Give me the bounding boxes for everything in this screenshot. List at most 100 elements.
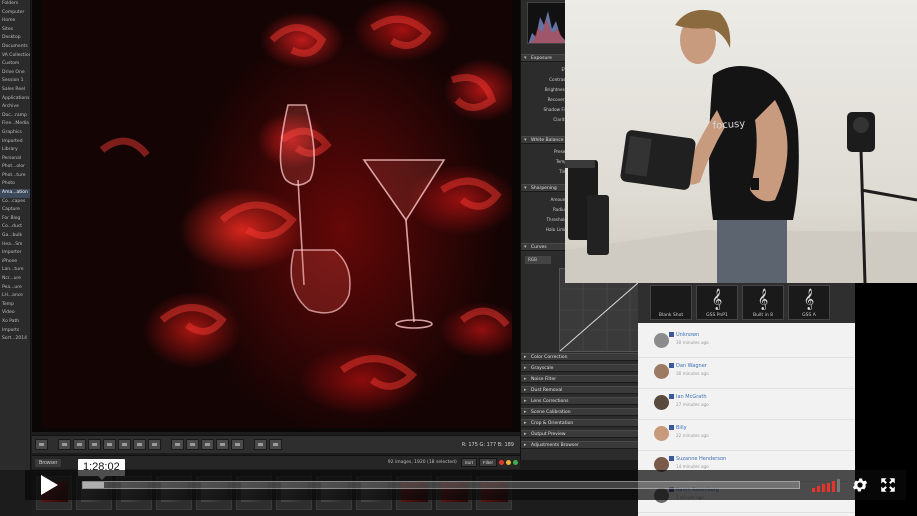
- color-tag-red[interactable]: [499, 460, 504, 465]
- folder-item[interactable]: Phot...olor: [0, 163, 30, 172]
- folder-item[interactable]: Lan...ture: [0, 266, 30, 275]
- proof-button[interactable]: [254, 439, 267, 450]
- tool-header[interactable]: Noise Filter: [521, 375, 638, 383]
- folder-item[interactable]: Temp: [0, 301, 30, 310]
- comment-author[interactable]: Ian McGrath: [676, 394, 706, 400]
- folder-item[interactable]: Pea...ure: [0, 284, 30, 293]
- volume-control[interactable]: [812, 479, 840, 492]
- folder-item[interactable]: Applications: [0, 95, 30, 104]
- folder-item[interactable]: Home: [0, 17, 30, 26]
- browser-status: 92 images, 1920 (18 selected): [387, 460, 457, 465]
- comment-time: 27 minutes ago: [676, 402, 709, 407]
- slider-label: EV: [525, 66, 569, 74]
- folder-item[interactable]: Fine...Media: [0, 120, 30, 129]
- tool-header[interactable]: Output Preview: [521, 430, 638, 438]
- slider-label: Halo Limit: [545, 227, 567, 232]
- comment-item[interactable]: Billy 22 minutes ago: [638, 420, 855, 451]
- comment-author[interactable]: Dan Wagner: [676, 363, 707, 369]
- effect-tile[interactable]: 𝄞 GSS A: [788, 285, 830, 320]
- tool-header[interactable]: Crop & Orientation: [521, 419, 638, 427]
- folder-item[interactable]: Session 1: [0, 77, 30, 86]
- viewer-toggle-button[interactable]: [35, 439, 48, 450]
- folder-item[interactable]: For Blog: [0, 215, 30, 224]
- comment-time: 22 minutes ago: [676, 433, 709, 438]
- settings-icon[interactable]: [851, 476, 869, 494]
- keystone-tool-button[interactable]: [118, 439, 131, 450]
- tool-header[interactable]: Adjustments Browser: [521, 441, 638, 449]
- folder-item[interactable]: Sales Reel: [0, 86, 30, 95]
- sort-button[interactable]: Sort: [460, 458, 477, 467]
- folder-item[interactable]: Computer: [0, 9, 30, 18]
- tool-header[interactable]: Dust Removal: [521, 386, 638, 394]
- video-player-controls: [25, 470, 906, 500]
- color-tag-green[interactable]: [513, 460, 518, 465]
- spot-tool-button[interactable]: [133, 439, 146, 450]
- browser-tab[interactable]: Browser: [35, 458, 62, 467]
- curve-channel-select[interactable]: RGB: [525, 256, 551, 264]
- tool-header[interactable]: Color Correction: [521, 353, 638, 361]
- comment-author[interactable]: Billy: [676, 425, 687, 431]
- color-tag-yellow[interactable]: [506, 460, 511, 465]
- folder-item[interactable]: Importer: [0, 249, 30, 258]
- folder-item[interactable]: Graphics: [0, 129, 30, 138]
- folder-item[interactable]: iPhone: [0, 258, 30, 267]
- filter-button[interactable]: Filter: [479, 458, 497, 467]
- effect-tile[interactable]: Blank Shot: [650, 285, 692, 320]
- straighten-tool-button[interactable]: [103, 439, 116, 450]
- folder-item[interactable]: Desktop: [0, 34, 30, 43]
- folder-item[interactable]: Co...capes: [0, 198, 30, 207]
- folder-item[interactable]: Archive: [0, 103, 30, 112]
- effect-tile[interactable]: 𝄞 Built in 8: [742, 285, 784, 320]
- slider-label: Temp: [555, 159, 567, 164]
- folder-item[interactable]: Ama...ation: [0, 189, 30, 198]
- tool-header[interactable]: Scene Calibration: [521, 408, 638, 416]
- guides-button[interactable]: [231, 439, 244, 450]
- folder-item[interactable]: Custom: [0, 60, 30, 69]
- folder-item[interactable]: Co...duct: [0, 223, 30, 232]
- rotate-left-button[interactable]: [186, 439, 199, 450]
- compare-button[interactable]: [171, 439, 184, 450]
- rotate-right-button[interactable]: [201, 439, 214, 450]
- grid-button[interactable]: [216, 439, 229, 450]
- play-button[interactable]: [32, 472, 66, 498]
- presenter-scene: focusy: [565, 9, 917, 283]
- tool-header[interactable]: Grayscale: [521, 364, 638, 372]
- comment-item[interactable]: Ian McGrath 27 minutes ago: [638, 389, 855, 420]
- folder-item[interactable]: Drive One: [0, 69, 30, 78]
- folder-item[interactable]: Hea...Sm: [0, 241, 30, 250]
- exposure-warning-button[interactable]: [269, 439, 282, 450]
- folder-item[interactable]: Phot...ture: [0, 172, 30, 181]
- folder-item[interactable]: Ncr...ure: [0, 275, 30, 284]
- pan-tool-button[interactable]: [58, 439, 71, 450]
- folder-item[interactable]: Ga...bulk: [0, 232, 30, 241]
- zoom-tool-button[interactable]: [73, 439, 86, 450]
- folder-item[interactable]: VA Collection: [0, 52, 30, 61]
- comment-item[interactable]: Dan Wagner 30 minutes ago: [638, 358, 855, 389]
- picker-tool-button[interactable]: [148, 439, 161, 450]
- folder-item[interactable]: Library: [0, 146, 30, 155]
- folder-item[interactable]: Imports: [0, 327, 30, 336]
- folder-item[interactable]: Sites: [0, 26, 30, 35]
- crop-tool-button[interactable]: [88, 439, 101, 450]
- tool-header[interactable]: Lens Corrections: [521, 397, 638, 405]
- slider-label: Shadow Fill: [543, 107, 567, 112]
- folder-item[interactable]: Capture: [0, 206, 30, 215]
- folder-item[interactable]: Folders: [0, 0, 30, 9]
- comment-author[interactable]: Unknown: [676, 332, 699, 338]
- folder-item[interactable]: Photo: [0, 180, 30, 189]
- comment-author[interactable]: Suzanne Henderson: [676, 456, 726, 462]
- folder-item[interactable]: Imported: [0, 138, 30, 147]
- folder-item[interactable]: Personal: [0, 155, 30, 164]
- folder-item[interactable]: Video: [0, 309, 30, 318]
- folder-item[interactable]: LH...ance: [0, 292, 30, 301]
- comment-item[interactable]: Unknown 30 minutes ago: [638, 327, 855, 358]
- fullscreen-icon[interactable]: [879, 476, 897, 494]
- folder-item[interactable]: Documents: [0, 43, 30, 52]
- folder-item[interactable]: Sort...2014: [0, 335, 30, 344]
- volume-bar: [822, 484, 825, 492]
- folder-item[interactable]: Xo Path: [0, 318, 30, 327]
- folder-item[interactable]: Doc...ramp: [0, 112, 30, 121]
- seek-bar[interactable]: [82, 481, 800, 489]
- facebook-icon: [669, 394, 674, 399]
- effect-tile[interactable]: 𝄞 GSS PnP1: [696, 285, 738, 320]
